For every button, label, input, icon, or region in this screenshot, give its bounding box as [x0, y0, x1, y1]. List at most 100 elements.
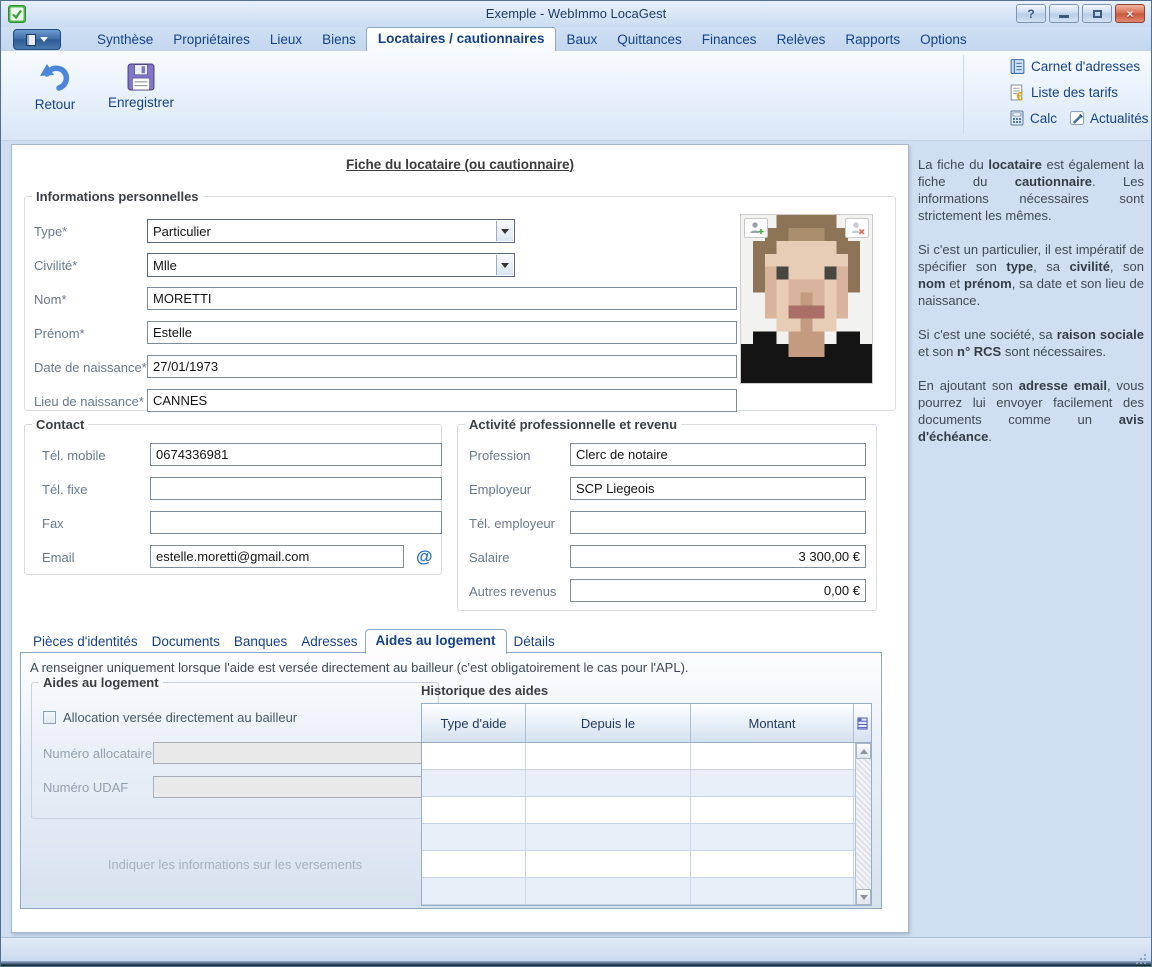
birthdate-input[interactable]	[147, 355, 737, 378]
mobile-input[interactable]	[150, 443, 442, 466]
type-select-value: Particulier	[153, 224, 211, 239]
app-menu-button[interactable]	[13, 29, 61, 50]
subtab-pieces-identites[interactable]: Pièces d'identités	[26, 631, 145, 653]
birthplace-label: Lieu de naissance*	[34, 394, 144, 409]
tab-releves[interactable]: Relèves	[767, 29, 836, 51]
tab-rapports[interactable]: Rapports	[835, 29, 910, 51]
table-cell[interactable]	[422, 878, 526, 904]
table-cell[interactable]	[526, 878, 691, 904]
lastname-input[interactable]	[147, 287, 737, 310]
table-row[interactable]	[422, 770, 871, 797]
tab-finances[interactable]: Finances	[692, 29, 767, 51]
table-row[interactable]	[422, 797, 871, 824]
aid-note: A renseigner uniquement lorsque l'aide e…	[30, 660, 689, 675]
table-cell[interactable]	[526, 851, 691, 877]
table-cell[interactable]	[691, 878, 854, 904]
tenant-photo-pixels	[741, 215, 872, 383]
udaf-input[interactable]	[153, 776, 431, 798]
table-cell[interactable]	[422, 851, 526, 877]
table-scrollbar[interactable]	[855, 743, 871, 905]
back-button[interactable]: Retour	[19, 59, 91, 115]
subtab-banques[interactable]: Banques	[227, 631, 294, 653]
subtab-aides-au-logement[interactable]: Aides au logement	[365, 629, 507, 654]
send-email-icon[interactable]: @	[416, 547, 433, 567]
page-title: Fiche du locataire (ou cautionnaire)	[12, 157, 908, 172]
scroll-up-button[interactable]	[856, 743, 871, 759]
minimize-button[interactable]	[1049, 4, 1079, 23]
notebook-icon	[26, 34, 36, 46]
column-header-type[interactable]: Type d'aide	[422, 704, 526, 742]
employer-phone-label: Tél. employeur	[469, 516, 555, 531]
news-button[interactable]: Actualités	[1069, 110, 1149, 126]
tab-quittances[interactable]: Quittances	[607, 29, 692, 51]
table-cell[interactable]	[526, 743, 691, 769]
table-cell[interactable]	[691, 851, 854, 877]
tenant-form-panel: Fiche du locataire (ou cautionnaire) Inf…	[11, 144, 909, 933]
table-cell[interactable]	[422, 743, 526, 769]
scroll-down-button[interactable]	[856, 889, 871, 905]
civility-select-arrow-button[interactable]	[496, 255, 513, 275]
price-list-button[interactable]: € Liste des tarifs	[1009, 84, 1149, 101]
birthplace-input[interactable]	[147, 389, 737, 412]
subtab-adresses[interactable]: Adresses	[294, 631, 364, 653]
tab-proprietaires[interactable]: Propriétaires	[163, 29, 260, 51]
table-cell[interactable]	[526, 797, 691, 823]
employer-phone-input[interactable]	[570, 511, 866, 534]
direct-payment-checkbox[interactable]	[43, 711, 56, 724]
landline-input[interactable]	[150, 477, 442, 500]
table-cell[interactable]	[526, 770, 691, 796]
subtab-details[interactable]: Détails	[507, 631, 562, 653]
allocataire-label: Numéro allocataire	[43, 746, 152, 761]
table-cell[interactable]	[691, 797, 854, 823]
grid-options-button[interactable]	[854, 704, 871, 742]
civility-select[interactable]: Mlle	[147, 253, 515, 277]
table-cell[interactable]	[691, 824, 854, 850]
table-cell[interactable]	[691, 743, 854, 769]
restore-button[interactable]	[1082, 4, 1112, 23]
column-header-montant[interactable]: Montant	[691, 704, 854, 742]
allocataire-input[interactable]	[153, 742, 431, 764]
title-bar: Exemple - WebImmo LocaGest ? ×	[1, 1, 1151, 27]
type-select[interactable]: Particulier	[147, 219, 515, 243]
calc-button[interactable]: Calc	[1009, 110, 1057, 126]
table-cell[interactable]	[422, 797, 526, 823]
salary-input[interactable]	[570, 545, 866, 568]
remove-person-icon	[849, 221, 865, 235]
add-photo-button[interactable]	[744, 218, 768, 238]
ribbon-tabstrip: Synthèse Propriétaires Lieux Biens Locat…	[1, 27, 1151, 51]
column-header-depuis[interactable]: Depuis le	[526, 704, 691, 742]
firstname-input[interactable]	[147, 321, 737, 344]
udaf-label: Numéro UDAF	[43, 780, 128, 795]
close-button[interactable]: ×	[1115, 4, 1145, 23]
table-row[interactable]	[422, 878, 871, 905]
mobile-label: Tél. mobile	[42, 448, 106, 463]
other-income-input[interactable]	[570, 579, 866, 602]
tab-biens[interactable]: Biens	[312, 29, 366, 51]
tab-locataires-cautionnaires[interactable]: Locataires / cautionnaires	[366, 27, 557, 51]
type-select-arrow-button[interactable]	[496, 221, 513, 241]
fax-input[interactable]	[150, 511, 442, 534]
save-button-label: Enregistrer	[108, 95, 174, 110]
remove-photo-button[interactable]	[845, 218, 869, 238]
address-book-button[interactable]: Carnet d'adresses	[1009, 58, 1149, 75]
profession-input[interactable]	[570, 443, 866, 466]
table-cell[interactable]	[422, 770, 526, 796]
table-cell[interactable]	[691, 770, 854, 796]
tab-synthese[interactable]: Synthèse	[87, 29, 163, 51]
table-cell[interactable]	[526, 824, 691, 850]
tab-lieux[interactable]: Lieux	[260, 29, 312, 51]
tab-baux[interactable]: Baux	[556, 29, 607, 51]
table-row[interactable]	[422, 851, 871, 878]
payments-info-link[interactable]: Indiquer les informations sur les versem…	[31, 857, 439, 872]
table-cell[interactable]	[422, 824, 526, 850]
aid-history-header: Type d'aide Depuis le Montant	[422, 704, 871, 743]
table-row[interactable]	[422, 743, 871, 770]
subtab-documents[interactable]: Documents	[145, 631, 227, 653]
resize-grip-icon[interactable]	[1144, 954, 1146, 956]
tab-options[interactable]: Options	[910, 29, 977, 51]
email-input[interactable]	[150, 545, 404, 568]
employer-input[interactable]	[570, 477, 866, 500]
table-row[interactable]	[422, 824, 871, 851]
save-button[interactable]: Enregistrer	[97, 59, 185, 113]
help-button[interactable]: ?	[1016, 4, 1046, 23]
